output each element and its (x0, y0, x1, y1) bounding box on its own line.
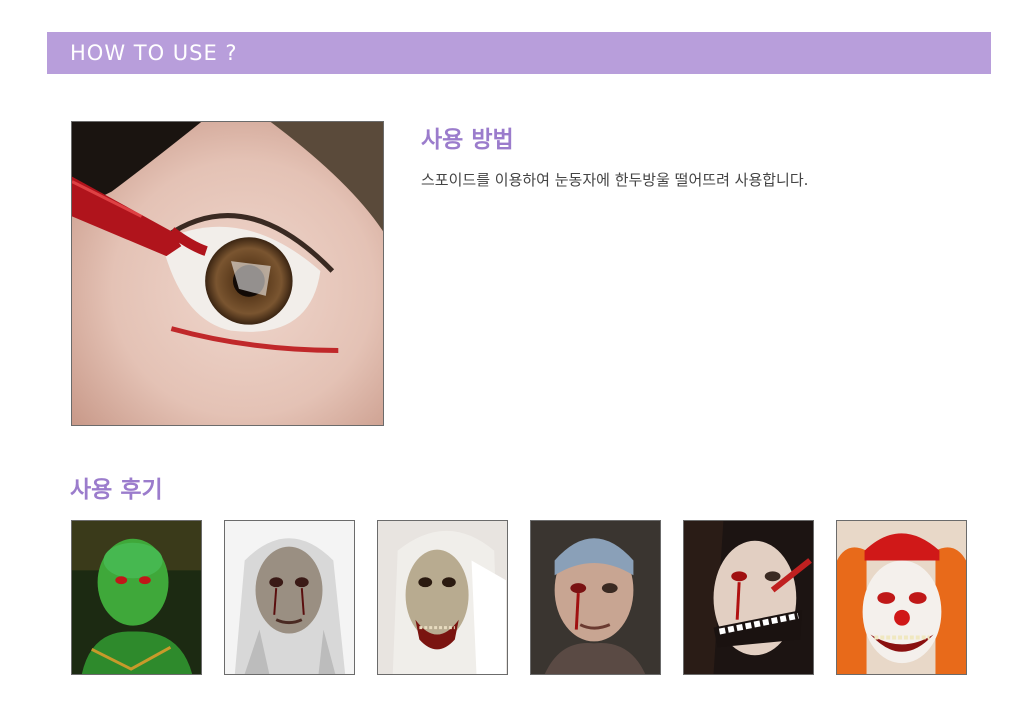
eye-dropper-photo (71, 121, 384, 426)
section-header-bar: HOW TO USE ? (47, 32, 991, 74)
usage-description: 스포이드를 이용하여 눈동자에 한두방울 떨어뜨려 사용합니다. (421, 171, 809, 189)
usage-heading: 사용 방법 (421, 127, 514, 153)
review-thumbnail-zombie-bride[interactable] (377, 520, 508, 675)
review-thumbnail-green-face[interactable] (71, 520, 202, 675)
review-thumbnail-tattooed-man[interactable] (530, 520, 661, 675)
reviews-heading: 사용 후기 (70, 477, 163, 503)
review-thumbnail-pale-ghoul[interactable] (224, 520, 355, 675)
review-thumbnail-skull-mouth[interactable] (683, 520, 814, 675)
section-title: HOW TO USE ? (70, 41, 238, 65)
review-thumbnail-clown[interactable] (836, 520, 967, 675)
